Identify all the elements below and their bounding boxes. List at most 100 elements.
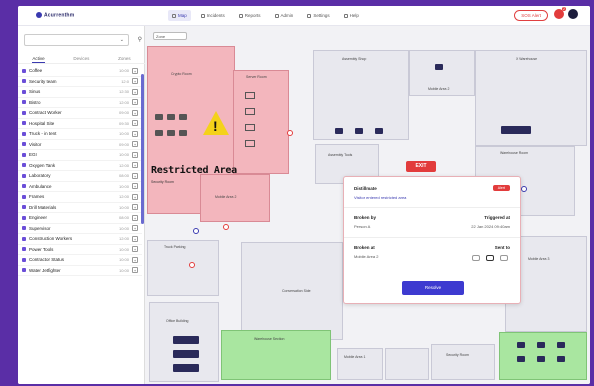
room-server[interactable]: Server Room — [233, 70, 289, 174]
list-item-time: 12:00 — [118, 194, 129, 200]
list-item-name: Engineer — [29, 215, 48, 221]
list-item[interactable]: Security team 12:0 + — [18, 77, 142, 87]
nav-item-settings[interactable]: Settings — [303, 10, 333, 21]
tag-icon — [22, 89, 26, 94]
equipment-box-icon — [245, 92, 255, 99]
list-item[interactable]: Sinus 12:30 + — [18, 87, 142, 98]
sidebar-tabs: Active Devices Zones — [18, 54, 145, 64]
list-item[interactable]: Frames 12:00 + — [18, 192, 142, 203]
room-mobile-area-2[interactable]: Mobile Area 2 — [200, 174, 270, 222]
list-item[interactable]: EGI 10:00 + — [18, 150, 142, 161]
device-location-pin[interactable] — [521, 186, 527, 192]
list-item[interactable]: Power Tools 10:00 + — [18, 245, 142, 255]
add-icon[interactable]: + — [132, 130, 138, 137]
add-icon[interactable]: + — [132, 193, 138, 200]
list-item-name: Drill Materials — [29, 204, 57, 210]
list-item[interactable]: Construction Workers 12:00 + — [18, 234, 142, 245]
user-avatar[interactable] — [568, 9, 578, 19]
add-icon[interactable]: + — [132, 88, 138, 95]
add-icon[interactable]: + — [132, 183, 138, 190]
list-item-name: Frames — [29, 194, 45, 200]
nav-item-map[interactable]: Map — [168, 10, 191, 21]
list-item-time: 12:0 — [121, 78, 129, 84]
top-navigation-bar: Acurrenthm Map Incidents Reports Admin S… — [18, 6, 590, 26]
broken-at-value: Mobile Area 2 — [354, 254, 379, 259]
brand-logo[interactable]: Acurrenthm — [36, 12, 74, 18]
add-icon[interactable]: + — [132, 78, 138, 85]
resolve-button[interactable]: Resolve — [402, 281, 464, 295]
list-item[interactable]: Bistro 12:00 + — [18, 98, 142, 108]
room-mobile-area-1[interactable]: Mobile Area 1 — [337, 348, 383, 380]
add-icon[interactable]: + — [132, 256, 138, 263]
sos-alert-button[interactable]: SOS Alert — [514, 10, 548, 21]
tab-active[interactable]: Active — [32, 54, 45, 63]
person-location-pin[interactable] — [189, 262, 195, 268]
list-item[interactable]: Laboratory 08:00 + — [18, 171, 142, 182]
list-item[interactable]: Truck - in tent 10:00 + — [18, 129, 142, 140]
room-4[interactable] — [385, 348, 429, 380]
list-item[interactable]: Visitor 09:00 + — [18, 140, 142, 150]
list-item-time: 09:00 — [118, 110, 129, 116]
add-icon[interactable]: + — [132, 109, 138, 116]
tag-icon — [22, 121, 26, 126]
room-assembly-shop[interactable]: Assembly Shop — [313, 50, 409, 140]
list-item-name: Power Tools — [29, 246, 54, 252]
sidebar-scrollbar[interactable] — [141, 74, 144, 224]
nav-item-reports[interactable]: Reports — [235, 10, 265, 21]
site-select[interactable]: ⌄ — [24, 34, 129, 46]
room-x-warehouse[interactable]: X Warehouse — [475, 50, 587, 146]
desk-icon — [435, 64, 443, 70]
zone-select[interactable]: Zone — [153, 32, 187, 40]
nav-item-incidents[interactable]: Incidents — [197, 10, 229, 21]
equipment-box-icon — [245, 108, 255, 115]
nav-item-help[interactable]: Help — [340, 10, 363, 21]
list-item[interactable]: Supervisor 10:00 + — [18, 224, 142, 234]
list-item[interactable]: Engineer 08:00 + — [18, 213, 142, 224]
person-location-pin[interactable] — [223, 224, 229, 230]
list-item[interactable]: Coffee 10:00 + — [18, 66, 142, 77]
add-icon[interactable]: + — [132, 67, 138, 74]
list-item-time: 12:00 — [118, 99, 129, 105]
add-icon[interactable]: + — [132, 214, 138, 221]
floor-map[interactable]: Zone Server Room Mobile Area 2 Crypto Ro… — [145, 26, 590, 384]
add-icon[interactable]: + — [132, 204, 138, 211]
add-icon[interactable]: + — [132, 172, 138, 179]
tab-zones[interactable]: Zones — [118, 54, 131, 63]
add-icon[interactable]: + — [132, 99, 138, 106]
list-item-time: 12:30 — [118, 89, 129, 95]
add-icon[interactable]: + — [132, 246, 138, 253]
triggered-value: 22 Jan 2024 09:40am — [471, 224, 510, 229]
locker-icon — [517, 356, 525, 362]
room-mobile-area[interactable]: Mobile Area 2 — [409, 50, 475, 96]
sent-to-label: Sent to — [494, 245, 510, 250]
room-conversation[interactable]: Conversation Side — [241, 242, 343, 340]
list-item[interactable]: Oxygen Tank 12:00 + — [18, 161, 142, 171]
nav-item-admin[interactable]: Admin — [271, 10, 298, 21]
tab-devices[interactable]: Devices — [73, 54, 89, 63]
add-icon[interactable]: + — [132, 225, 138, 232]
add-icon[interactable]: + — [132, 141, 138, 148]
room-security[interactable]: Security Room — [431, 344, 495, 380]
list-item[interactable]: Ambulance 10:00 + — [18, 182, 142, 192]
add-icon[interactable]: + — [132, 162, 138, 169]
add-icon[interactable]: + — [132, 267, 138, 274]
list-item-time: 12:00 — [118, 236, 129, 242]
add-icon[interactable]: + — [132, 120, 138, 127]
list-item-name: Water Jetfighter — [29, 267, 61, 273]
room-green-section[interactable]: Warehouse Section — [221, 330, 331, 380]
device-location-pin[interactable] — [193, 228, 199, 234]
desk-icon — [173, 364, 199, 372]
popup-link[interactable]: Visitor entered restricted area — [354, 195, 406, 200]
add-icon[interactable]: + — [132, 235, 138, 242]
list-item[interactable]: Hospital Site 09:30 + — [18, 119, 142, 129]
add-icon[interactable]: + — [132, 151, 138, 158]
list-item[interactable]: Contractor Status 10:00 + — [18, 255, 142, 266]
filter-icon[interactable]: ⚲ — [138, 36, 142, 43]
room-truck-parking[interactable]: Truck Parking — [147, 240, 219, 296]
person-location-pin[interactable] — [287, 130, 293, 136]
tag-icon — [22, 79, 26, 84]
list-item[interactable]: Drill Materials 10:00 + — [18, 203, 142, 213]
list-item[interactable]: Water Jetfighter 10:00 + — [18, 266, 142, 276]
list-item[interactable]: Contract Worker 09:00 + — [18, 108, 142, 119]
list-item-time: 09:00 — [118, 141, 129, 147]
